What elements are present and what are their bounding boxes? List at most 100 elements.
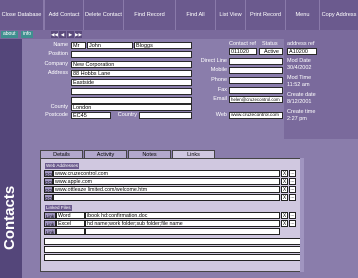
- link-button[interactable]: Link: [44, 220, 56, 227]
- mobile-label: Mobile: [210, 67, 227, 73]
- direct-line-label: Direct Line: [200, 58, 227, 64]
- print-record-button[interactable]: Print Record: [246, 0, 286, 30]
- mod-date-value: 30/4/2002: [287, 65, 312, 71]
- go-button[interactable]: GO: [44, 178, 53, 185]
- delete-contact-button[interactable]: Delete Contact: [84, 0, 124, 30]
- clear-icon[interactable]: X: [281, 212, 288, 219]
- file-type-field[interactable]: Excel: [56, 220, 85, 227]
- empty-list-row: [44, 254, 301, 261]
- mod-date-label: Mod Date: [287, 58, 311, 64]
- add-contact-label: Add Contact: [48, 11, 80, 18]
- address-line2-field[interactable]: Eastside: [71, 79, 192, 86]
- browse-icon[interactable]: ...: [289, 178, 296, 185]
- clear-icon[interactable]: X: [281, 220, 288, 227]
- position-label: Position: [48, 51, 68, 57]
- tab-activity[interactable]: Activity: [84, 150, 127, 158]
- file-type-field[interactable]: Word: [56, 212, 85, 219]
- salutation-field[interactable]: Mr: [71, 42, 86, 49]
- menu-button[interactable]: Menu: [286, 0, 320, 30]
- add-contact-button[interactable]: Add Contact: [44, 0, 84, 30]
- next-record-icon[interactable]: ▶: [67, 31, 75, 38]
- url-field[interactable]: [53, 194, 280, 201]
- first-record-icon[interactable]: ◀◀: [51, 31, 59, 38]
- list-view-button[interactable]: List View: [216, 0, 246, 30]
- address-line1-field[interactable]: 88 Hobbs Lane: [71, 70, 192, 77]
- address-ref-label: address ref: [287, 41, 315, 47]
- menu-label: Menu: [295, 11, 310, 18]
- first-name-field[interactable]: John: [87, 42, 133, 49]
- clear-icon[interactable]: X: [281, 194, 288, 201]
- create-time-value: 2:27 pm: [287, 116, 307, 122]
- panel-scrollbar[interactable]: [300, 158, 304, 272]
- previous-record-icon[interactable]: ◀: [59, 31, 67, 38]
- nav-bar: about info ◀◀ ◀ ▶ ▶▶: [0, 30, 358, 39]
- address-line4-field[interactable]: [71, 97, 192, 104]
- fax-label: Fax: [217, 87, 227, 93]
- link-button[interactable]: Link: [44, 228, 56, 235]
- web-field[interactable]: www.cruzecontrol.com: [229, 112, 283, 119]
- url-field[interactable]: www.apple.com: [53, 178, 280, 185]
- url-field[interactable]: www.ottleaze limited.com/welcome.htm: [53, 186, 280, 193]
- browse-icon[interactable]: ...: [289, 170, 296, 177]
- address-label: Address: [47, 70, 68, 76]
- last-name-field[interactable]: Bloggs: [134, 42, 192, 49]
- email-label: Email: [213, 96, 227, 102]
- phone-label: Phone: [211, 77, 227, 83]
- address-ref-field[interactable]: A10200: [287, 48, 317, 55]
- copy-address-button[interactable]: Copy Address: [320, 0, 358, 30]
- postcode-field[interactable]: EC45: [71, 112, 111, 119]
- file-path-field[interactable]: ibook hd:confirmation.doc: [85, 212, 280, 219]
- go-button[interactable]: GO: [44, 194, 53, 201]
- position-field[interactable]: [71, 51, 192, 58]
- find-all-button[interactable]: Find All: [176, 0, 216, 30]
- print-record-label: Print Record: [249, 11, 282, 18]
- create-date-value: 8/12/2001: [287, 99, 312, 105]
- phone-field[interactable]: [229, 77, 283, 84]
- tab-details[interactable]: Details: [40, 150, 83, 158]
- clear-icon[interactable]: X: [281, 170, 288, 177]
- address-line3-field[interactable]: [71, 88, 192, 95]
- browse-icon[interactable]: ...: [289, 212, 296, 219]
- go-button[interactable]: GO: [44, 186, 53, 193]
- browse-icon[interactable]: ...: [289, 186, 296, 193]
- contact-ref-field[interactable]: 011020: [229, 48, 257, 55]
- clear-icon[interactable]: X: [281, 178, 288, 185]
- section-title: Contacts: [1, 185, 18, 250]
- contact-ref-label: Contact ref: [229, 41, 256, 47]
- file-path-field[interactable]: [85, 228, 280, 235]
- fax-field[interactable]: [229, 87, 283, 94]
- county-field[interactable]: London: [71, 104, 192, 111]
- copy-address-label: Copy Address: [321, 11, 357, 18]
- company-label: Company: [44, 61, 68, 67]
- find-record-label: Find Record: [134, 11, 165, 18]
- file-type-field[interactable]: [56, 228, 85, 235]
- info-tab[interactable]: info: [21, 31, 34, 38]
- company-field[interactable]: New Corporation: [71, 61, 192, 68]
- direct-line-field[interactable]: [229, 58, 283, 65]
- clear-icon[interactable]: X: [281, 186, 288, 193]
- country-field[interactable]: [139, 112, 192, 119]
- go-button[interactable]: GO: [44, 170, 53, 177]
- mobile-field[interactable]: [229, 67, 283, 74]
- tab-links[interactable]: Links: [172, 150, 215, 158]
- last-record-icon[interactable]: ▶▶: [75, 31, 83, 38]
- close-database-button[interactable]: Close Database: [0, 0, 44, 30]
- link-button[interactable]: Link: [44, 212, 56, 219]
- create-date-label: Create date: [287, 92, 316, 98]
- web-label: Web: [215, 112, 227, 118]
- tab-bar: Details Activity Notes Links: [40, 150, 216, 158]
- about-tab[interactable]: about: [1, 31, 18, 38]
- find-record-button[interactable]: Find Record: [124, 0, 176, 30]
- find-all-label: Find All: [186, 11, 205, 18]
- name-label: Name: [53, 42, 68, 48]
- email-field[interactable]: helen@cruzecontrol.com: [229, 96, 283, 103]
- url-field[interactable]: www.cruzecontrol.com: [53, 170, 280, 177]
- status-field[interactable]: Active: [259, 48, 283, 55]
- browse-icon[interactable]: ...: [289, 220, 296, 227]
- county-label: County: [50, 104, 68, 110]
- tab-notes[interactable]: Notes: [128, 150, 171, 158]
- web-addresses-heading: Web Addresses: [45, 163, 80, 169]
- mod-time-label: Mod Time: [287, 75, 312, 81]
- browse-icon[interactable]: ...: [289, 194, 296, 201]
- file-path-field[interactable]: hd name;work folder;sub folder;file name: [85, 220, 280, 227]
